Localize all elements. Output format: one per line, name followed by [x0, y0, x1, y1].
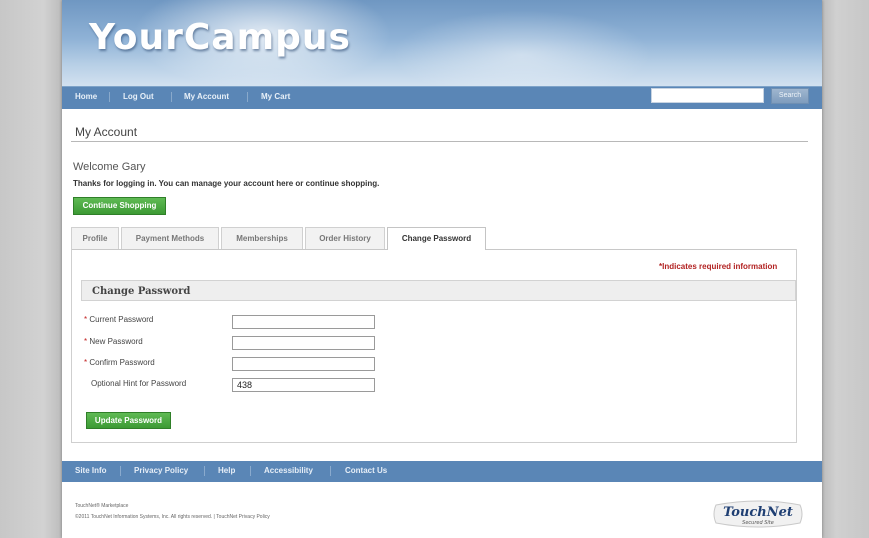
- nav-separator: [247, 92, 248, 102]
- tab-panel: [71, 249, 797, 443]
- footer-accessibility[interactable]: Accessibility: [264, 466, 313, 475]
- site-logo[interactable]: YourCampus: [89, 17, 351, 58]
- search-button[interactable]: Search: [771, 88, 809, 104]
- welcome-heading: Welcome Gary: [73, 161, 146, 173]
- new-password-field[interactable]: [232, 336, 375, 350]
- tab-change-password[interactable]: Change Password: [387, 227, 486, 250]
- current-password-field[interactable]: [232, 315, 375, 329]
- section-header: Change Password: [81, 280, 796, 301]
- required-asterisk: *: [84, 337, 88, 346]
- tab-memberships[interactable]: Memberships: [221, 227, 303, 249]
- footer-contact-us[interactable]: Contact Us: [345, 466, 387, 475]
- nav-separator: [109, 92, 110, 102]
- continue-shopping-button[interactable]: Continue Shopping: [73, 197, 166, 215]
- right-backdrop: [822, 0, 869, 538]
- footer-separator: [204, 466, 205, 476]
- required-note: *Indicates required information: [659, 262, 778, 271]
- required-asterisk: *: [84, 358, 88, 367]
- password-hint-field[interactable]: [232, 378, 375, 392]
- tab-payment-methods[interactable]: Payment Methods: [121, 227, 219, 249]
- footer-separator: [330, 466, 331, 476]
- new-password-label: * New Password: [84, 337, 143, 346]
- page-title: My Account: [75, 125, 138, 139]
- nav-separator: [171, 92, 172, 102]
- update-password-button[interactable]: Update Password: [86, 412, 171, 429]
- nav-log-out[interactable]: Log Out: [123, 92, 154, 101]
- required-asterisk: *: [84, 315, 88, 324]
- footer-site-info[interactable]: Site Info: [75, 466, 107, 475]
- title-divider: [71, 141, 808, 142]
- welcome-message: Thanks for logging in. You can manage yo…: [73, 179, 380, 188]
- field-label-text: Current Password: [89, 315, 154, 324]
- touchnet-secured-site-logo[interactable]: TouchNet Secured Site: [712, 499, 804, 529]
- confirm-password-label: * Confirm Password: [84, 358, 155, 367]
- logo-subtext: Secured Site: [742, 520, 774, 526]
- site-header: YourCampus: [62, 0, 822, 86]
- copyright-text: ©2011 TouchNet Information Systems, Inc.…: [75, 514, 270, 520]
- footer-help[interactable]: Help: [218, 466, 235, 475]
- footer-separator: [250, 466, 251, 476]
- logo-text: TouchNet: [723, 505, 793, 520]
- section-title: Change Password: [92, 286, 191, 297]
- nav-home[interactable]: Home: [75, 92, 97, 101]
- footer-privacy-policy[interactable]: Privacy Policy: [134, 466, 188, 475]
- footer-navigation: Site Info Privacy Policy Help Accessibil…: [62, 461, 822, 482]
- field-label-text: New Password: [89, 337, 143, 346]
- page-container: YourCampus Home Log Out My Account My Ca…: [62, 0, 822, 538]
- current-password-label: * Current Password: [84, 315, 153, 324]
- product-name: TouchNet® Marketplace: [75, 503, 129, 509]
- nav-my-cart[interactable]: My Cart: [261, 92, 290, 101]
- tab-profile[interactable]: Profile: [71, 227, 119, 249]
- left-backdrop: [0, 0, 62, 538]
- field-label-text: Confirm Password: [89, 358, 155, 367]
- footer-separator: [120, 466, 121, 476]
- password-hint-label: Optional Hint for Password: [91, 379, 187, 388]
- search-input[interactable]: [651, 88, 764, 103]
- tab-order-history[interactable]: Order History: [305, 227, 385, 249]
- header-cloud: [392, 10, 652, 86]
- nav-my-account[interactable]: My Account: [184, 92, 229, 101]
- confirm-password-field[interactable]: [232, 357, 375, 371]
